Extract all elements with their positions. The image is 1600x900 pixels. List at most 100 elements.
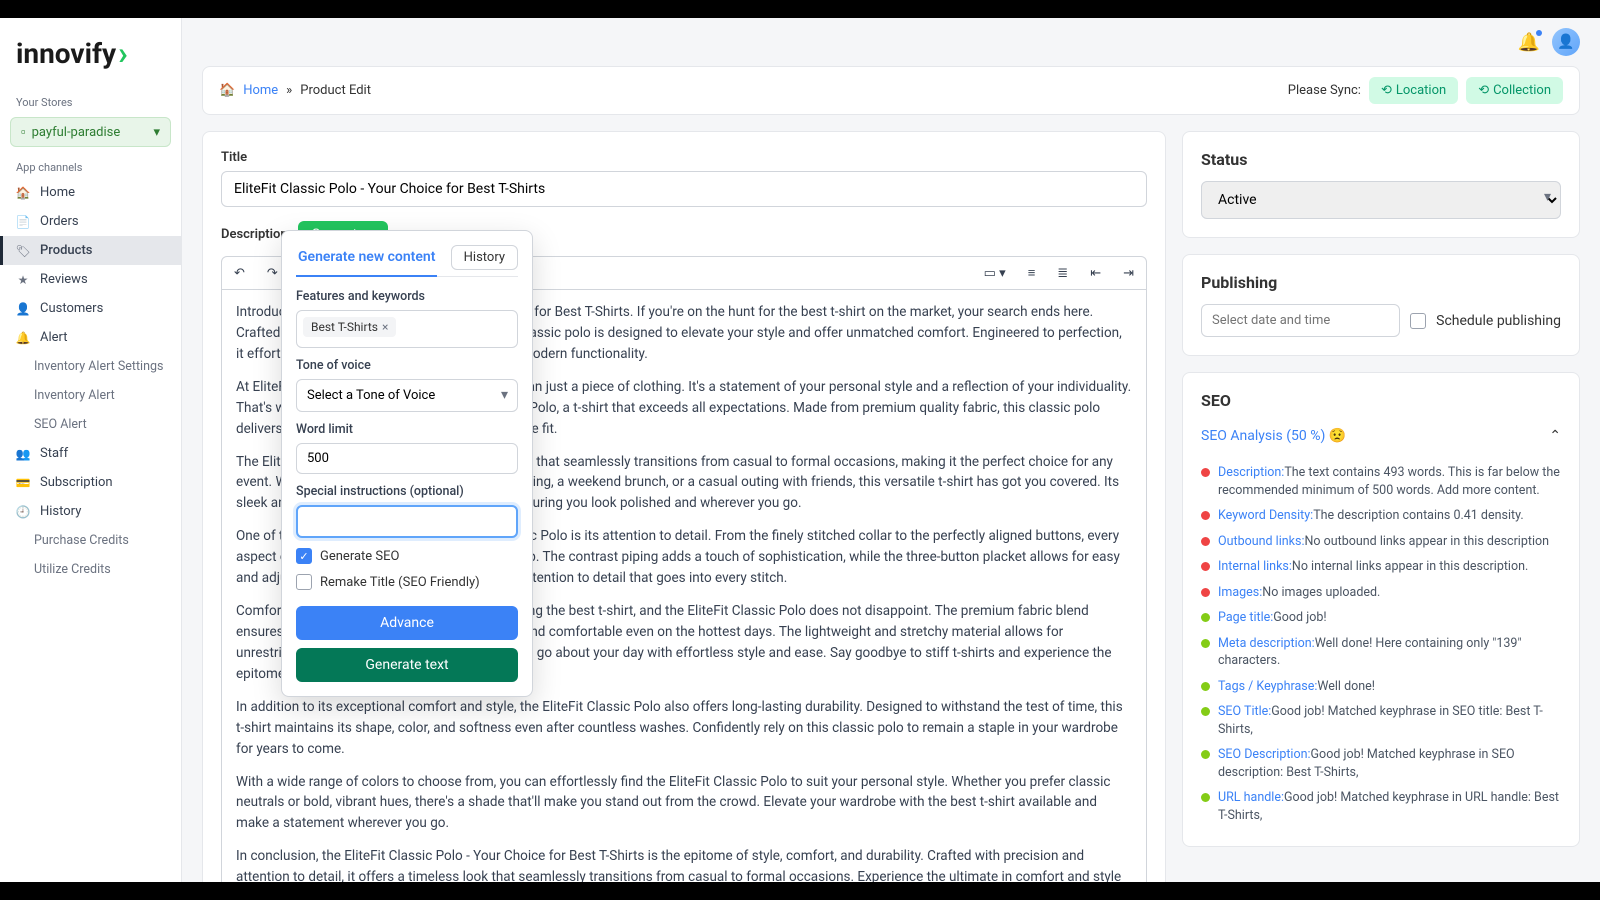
breadcrumb: 🏠 Home » Product Edit bbox=[219, 83, 371, 98]
seo-item-text: The description contains 0.41 density. bbox=[1313, 508, 1523, 523]
logo-arrow-icon: › bbox=[118, 34, 128, 72]
indent-icon[interactable]: ⇥ bbox=[1119, 264, 1138, 283]
nav-icon: 📄 bbox=[16, 215, 30, 229]
notification-dot bbox=[1536, 30, 1542, 36]
sync-group: Please Sync: ⟲Location ⟲Collection bbox=[1288, 77, 1563, 104]
remake-title-checkbox[interactable] bbox=[296, 574, 312, 590]
nav-icon: 👥 bbox=[16, 447, 30, 461]
seo-status-dot bbox=[1201, 793, 1210, 802]
sync-location-button[interactable]: ⟲Location bbox=[1369, 77, 1458, 104]
notification-bell-icon[interactable]: 🔔 bbox=[1518, 32, 1540, 53]
stores-label: Your Stores bbox=[0, 92, 181, 113]
word-limit-input[interactable] bbox=[296, 443, 518, 474]
publishing-heading: Publishing bbox=[1201, 273, 1561, 292]
seo-item: Tags / Keyphrase:Well done! bbox=[1201, 674, 1561, 700]
sidebar-item-alert[interactable]: 🔔Alert bbox=[0, 323, 181, 352]
title-input[interactable] bbox=[221, 171, 1147, 207]
seo-analysis-label: SEO Analysis (50 %) bbox=[1201, 428, 1325, 444]
advance-button[interactable]: Advance bbox=[296, 606, 518, 640]
sidebar-item-reviews[interactable]: ★Reviews bbox=[0, 265, 181, 294]
sidebar-item-home[interactable]: 🏠Home bbox=[0, 178, 181, 207]
sidebar-subitem[interactable]: Inventory Alert bbox=[0, 381, 181, 410]
sync-collection-label: Collection bbox=[1493, 83, 1551, 98]
remove-tag-icon[interactable]: × bbox=[382, 320, 388, 334]
special-instructions-input[interactable] bbox=[296, 505, 518, 538]
media-icon[interactable]: ▭ ▾ bbox=[980, 264, 1010, 283]
seo-item-key: Description: bbox=[1218, 465, 1284, 480]
seo-status-dot bbox=[1201, 562, 1210, 571]
sidebar: innovify › Your Stores ▫ payful-paradise… bbox=[0, 18, 182, 882]
seo-list: Description:The text contains 493 words.… bbox=[1201, 460, 1561, 828]
seo-status-dot bbox=[1201, 588, 1210, 597]
tab-generate-new[interactable]: Generate new content bbox=[296, 245, 437, 277]
nav-label: Customers bbox=[40, 301, 103, 316]
letterbox-top bbox=[0, 0, 1600, 18]
seo-item-text: No images uploaded. bbox=[1262, 585, 1380, 600]
nav-icon: 🏠 bbox=[16, 186, 30, 200]
undo-icon[interactable]: ↶ bbox=[230, 264, 249, 283]
seo-item: Meta description:Well done! Here contain… bbox=[1201, 631, 1561, 674]
numbered-list-icon[interactable]: ≣ bbox=[1053, 264, 1072, 283]
tab-history[interactable]: History bbox=[451, 245, 518, 270]
seo-item: Internal links:No internal links appear … bbox=[1201, 554, 1561, 580]
generate-seo-label: Generate SEO bbox=[320, 549, 399, 564]
sidebar-item-history[interactable]: 🕘History bbox=[0, 497, 181, 526]
seo-item: Keyword Density:The description contains… bbox=[1201, 503, 1561, 529]
chevron-down-icon: ▾ bbox=[153, 125, 160, 140]
nav-icon: 🕘 bbox=[16, 505, 30, 519]
sidebar-item-orders[interactable]: 📄Orders bbox=[0, 207, 181, 236]
sidebar-item-subscription[interactable]: 💳Subscription bbox=[0, 468, 181, 497]
keyword-tag: Best T-Shirts× bbox=[303, 317, 396, 337]
generate-text-button[interactable]: Generate text bbox=[296, 648, 518, 682]
seo-analysis-toggle[interactable]: SEO Analysis (50 %) 😟 ⌃ bbox=[1201, 422, 1561, 450]
seo-item: URL handle:Good job! Matched keyphrase i… bbox=[1201, 785, 1561, 828]
sidebar-subitem[interactable]: Utilize Credits bbox=[0, 555, 181, 584]
bullet-list-icon[interactable]: ≡ bbox=[1024, 263, 1040, 283]
editor-paragraph: With a wide range of colors to choose fr… bbox=[236, 772, 1132, 835]
special-label: Special instructions (optional) bbox=[296, 484, 518, 499]
avatar[interactable]: 👤 bbox=[1552, 28, 1580, 56]
generate-seo-checkbox[interactable]: ✓ bbox=[296, 548, 312, 564]
sidebar-subitem[interactable]: Purchase Credits bbox=[0, 526, 181, 555]
keywords-input[interactable]: Best T-Shirts× bbox=[296, 310, 518, 348]
sync-location-label: Location bbox=[1396, 83, 1446, 98]
sidebar-subitem[interactable]: SEO Alert bbox=[0, 410, 181, 439]
nav-icon: ★ bbox=[16, 273, 30, 287]
nav-icon: 🏷 bbox=[16, 244, 30, 258]
word-limit-label: Word limit bbox=[296, 422, 518, 437]
redo-icon[interactable]: ↷ bbox=[263, 264, 282, 283]
sidebar-subitem[interactable]: Inventory Alert Settings bbox=[0, 352, 181, 381]
seo-item: SEO Title:Good job! Matched keyphrase in… bbox=[1201, 699, 1561, 742]
status-select[interactable]: Active bbox=[1201, 181, 1561, 219]
schedule-publishing-checkbox[interactable] bbox=[1410, 313, 1426, 329]
breadcrumb-current: Product Edit bbox=[300, 83, 371, 98]
app-shell: innovify › Your Stores ▫ payful-paradise… bbox=[0, 18, 1600, 882]
sidebar-item-products[interactable]: 🏷 Products bbox=[0, 236, 181, 265]
seo-item-key: Internal links: bbox=[1218, 559, 1292, 574]
breadcrumb-sep: » bbox=[286, 83, 292, 98]
seo-status-dot bbox=[1201, 511, 1210, 520]
seo-item-key: SEO Description: bbox=[1218, 747, 1311, 762]
sync-label: Please Sync: bbox=[1288, 83, 1361, 98]
store-selector[interactable]: ▫ payful-paradise ▾ bbox=[10, 117, 171, 147]
seo-item: SEO Description:Good job! Matched keyphr… bbox=[1201, 742, 1561, 785]
right-column: Status Active Publishing Schedule publis… bbox=[1182, 131, 1580, 847]
publish-date-input[interactable] bbox=[1201, 304, 1400, 337]
logo-text: innovify bbox=[16, 37, 116, 70]
logo: innovify › bbox=[0, 30, 181, 88]
outdent-icon[interactable]: ⇤ bbox=[1086, 264, 1105, 283]
store-name: payful-paradise bbox=[32, 125, 121, 140]
seo-item-text: Well done! bbox=[1317, 679, 1375, 694]
sidebar-item-customers[interactable]: 👤Customers bbox=[0, 294, 181, 323]
sidebar-item-staff[interactable]: 👥Staff bbox=[0, 439, 181, 468]
product-card: Title Description Generate ▾ ↶ ↷ P ▭ ▾ ≡… bbox=[202, 131, 1166, 882]
tone-select[interactable]: Select a Tone of Voice bbox=[296, 379, 518, 412]
status-card: Status Active bbox=[1182, 131, 1580, 238]
seo-item-key: Outbound links: bbox=[1218, 534, 1304, 549]
chevron-up-icon: ⌃ bbox=[1549, 428, 1561, 444]
breadcrumb-home[interactable]: Home bbox=[243, 83, 278, 98]
seo-status-dot bbox=[1201, 707, 1210, 716]
seo-status-dot bbox=[1201, 537, 1210, 546]
sync-collection-button[interactable]: ⟲Collection bbox=[1466, 77, 1563, 104]
nav-label: Products bbox=[40, 243, 92, 258]
